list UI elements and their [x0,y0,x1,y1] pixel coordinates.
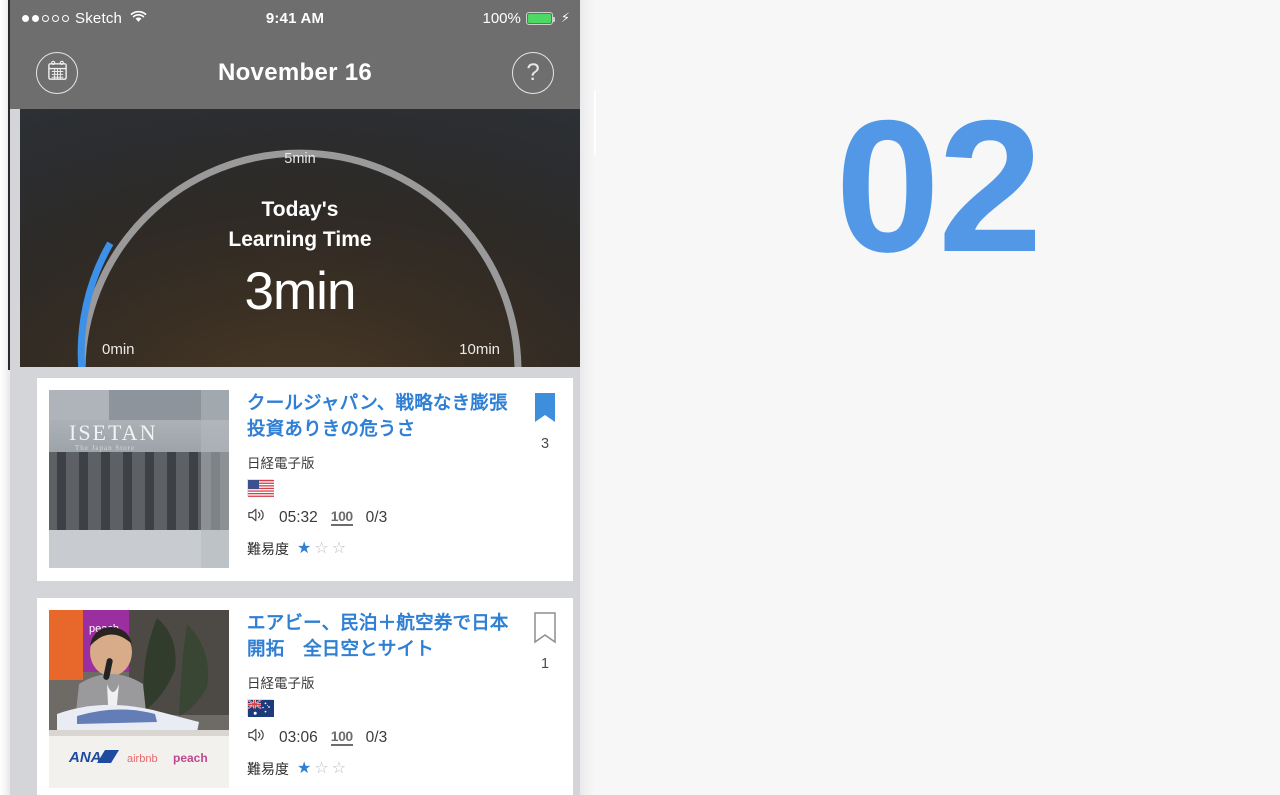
description-pane: 02 記事の難易度 各記事に星1〜3で難易度を表示。学習を始めたばかりの方はまず… [596,0,1280,795]
article-language-row [247,699,563,718]
article-title[interactable]: クールジャパン、戦略なき膨張 投資ありきの危うさ [247,390,526,441]
phone-preview-pane: Sketch 9:41 AM 100% ⚡ November 16 ? 5min… [0,0,596,795]
carrier-label: Sketch [75,9,123,27]
bookmark-button[interactable]: 3 [523,392,567,452]
article-title[interactable]: エアビー、民泊＋航空券で日本開拓 全日空とサイト [247,610,515,661]
gauge-mid-label: 5min [284,151,316,167]
article-duration: 05:32 [279,508,318,526]
article-source: 日経電子版 [247,676,315,692]
article-duration: 03:06 [279,728,318,746]
svg-text:peach: peach [173,751,208,765]
star-empty-icon: ☆ [331,540,347,558]
wifi-icon [130,10,147,27]
lightning-bolt-icon: ⚡ [560,10,570,25]
status-bar-left: Sketch [10,10,210,27]
star-filled-icon: ★ [297,760,312,778]
bookmark-count: 1 [540,656,550,672]
calendar-button[interactable] [36,51,78,94]
nav-bar: November 16 ? [10,36,580,109]
gauge-heading-line2: Learning Time [228,227,372,251]
bookmark-button[interactable]: 1 [523,612,567,672]
article-body: クールジャパン、戦略なき膨張 投資ありきの危うさ 日経電子版 05:32 100… [229,390,573,581]
status-bar-right: 100% ⚡ [380,10,580,27]
status-bar: Sketch 9:41 AM 100% ⚡ [10,0,580,36]
step-number: 02 [835,81,1042,291]
battery-icon [525,11,556,25]
star-empty-icon: ☆ [314,760,329,778]
star-empty-icon: ☆ [331,760,347,778]
star-filled-icon: ★ [297,540,312,558]
article-meta-row: 03:06 100 0/3 [247,727,563,748]
gauge-value: 3min [244,262,357,321]
svg-text:The Japan Store: The Japan Store [75,444,135,452]
article-meta-row: 05:32 100 0/3 [247,507,563,528]
article-progress: 0/3 [365,728,388,746]
difficulty-stars: ★ ☆ ☆ [297,761,346,777]
article-body: エアビー、民泊＋航空券で日本開拓 全日空とサイト 日経電子版 03:06 100… [229,610,573,795]
help-button[interactable]: ? [512,51,554,94]
page-root: Sketch 9:41 AM 100% ⚡ November 16 ? 5min… [0,0,1280,795]
speaker-icon [247,727,266,748]
article-thumbnail: peach [49,610,229,788]
gauge-min-label: 0min [102,341,135,358]
bookmark-count: 3 [540,436,550,452]
article-thumbnail: ISETAN The Japan Store [49,390,229,568]
bookmark-filled-icon [533,393,557,428]
list-item[interactable]: ISETAN The Japan Store クールジャパン、戦略なき膨張 投資… [37,378,573,581]
difficulty-label: 難易度 [247,761,289,778]
svg-text:airbnb: airbnb [127,753,158,765]
difficulty-label: 難易度 [247,541,289,558]
hundred-points-icon: 100 [330,728,353,747]
signal-strength-icon [22,14,69,22]
difficulty-stars: ★ ☆ ☆ [297,541,346,557]
page-title: November 16 [217,58,373,86]
article-difficulty-row: 難易度 ★ ☆ ☆ [247,539,563,559]
status-bar-clock: 9:41 AM [265,9,325,27]
battery-percent-label: 100% [482,9,521,27]
hundred-points-icon: 100 [330,508,353,527]
calendar-icon [46,59,69,87]
speaker-icon [247,507,266,528]
svg-text:ISETAN: ISETAN [69,420,157,445]
us-flag-icon [247,479,274,498]
bookmark-outline-icon [533,612,557,648]
list-item[interactable]: peach [37,598,573,795]
article-difficulty-row: 難易度 ★ ☆ ☆ [247,759,563,779]
question-mark-icon: ? [526,58,540,86]
article-list[interactable]: ISETAN The Japan Store クールジャパン、戦略なき膨張 投資… [20,367,580,795]
article-language-row [247,479,563,498]
star-empty-icon: ☆ [314,540,329,558]
learning-time-gauge-card: 5min 0min 10min Today's Learning Time 3m… [20,109,580,367]
article-source: 日経電子版 [247,456,315,472]
phone-screen: Sketch 9:41 AM 100% ⚡ November 16 ? 5min… [10,0,580,795]
gauge-heading-line1: Today's [261,198,339,221]
gauge-heading: Today's Learning Time [20,195,580,255]
svg-text:ANA: ANA [68,749,102,766]
article-progress: 0/3 [365,508,388,526]
au-flag-icon [247,699,274,718]
gauge-max-label: 10min [459,341,500,358]
